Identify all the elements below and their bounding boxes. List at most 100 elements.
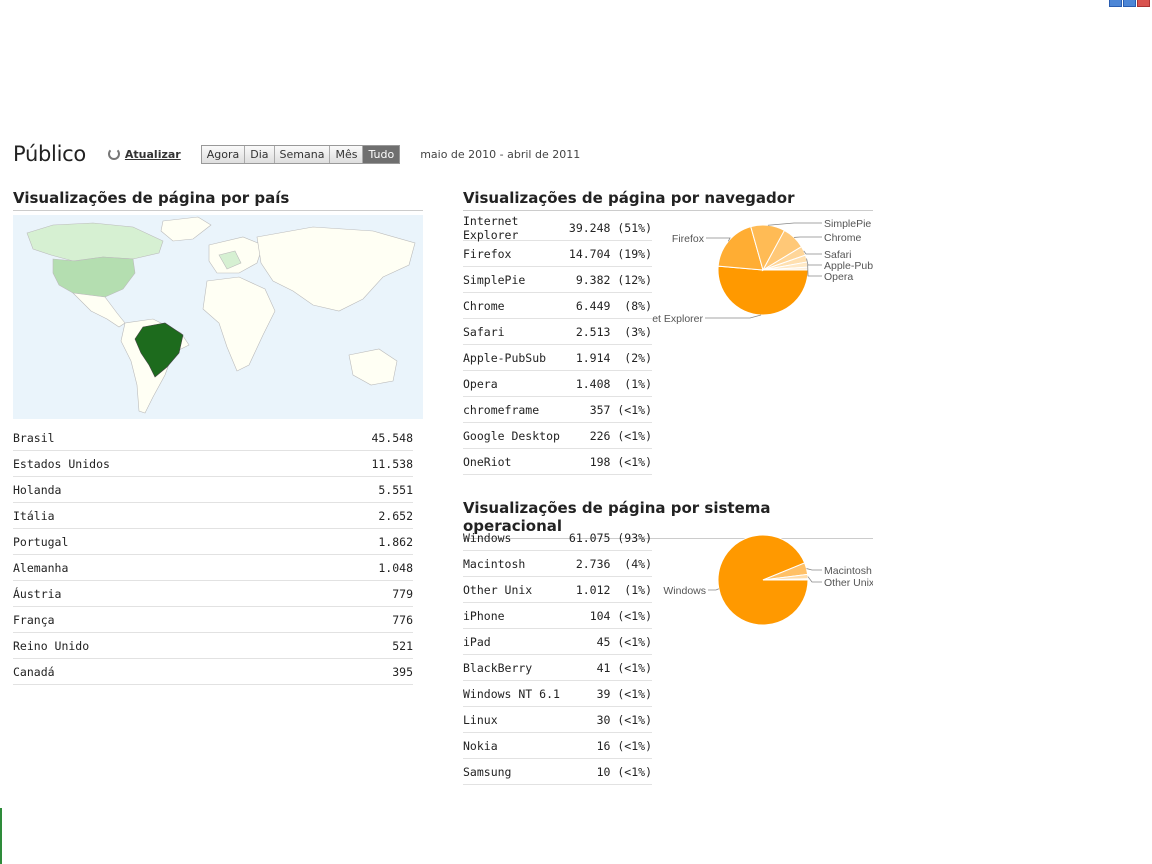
row-label: Portugal — [13, 534, 69, 549]
world-map[interactable] — [13, 215, 423, 419]
pie-label-line — [807, 264, 822, 277]
row-label: iPhone — [463, 608, 505, 623]
row-value: 2.513 (3%) — [575, 324, 652, 339]
row-label: Internet Explorer — [463, 213, 519, 242]
row-value: 41 (<1%) — [596, 660, 652, 675]
row-value: 6.449 (8%) — [575, 298, 652, 313]
range-button-semana[interactable]: Semana — [274, 145, 331, 163]
row-label: Linux — [463, 712, 498, 727]
table-row: Apple-PubSub 1.914 (2%) — [463, 345, 652, 371]
row-value: 1.048 — [378, 560, 413, 575]
window-controls — [1109, 0, 1150, 7]
pie-label-line — [806, 568, 822, 571]
table-row: Other Unix 1.012 (1%) — [463, 577, 652, 603]
country-table: Brasil 45.548 Estados Unidos 11.538 Holanda 5… — [13, 425, 413, 685]
page-title: Público — [13, 142, 86, 166]
row-label: Nokia — [463, 738, 498, 753]
pie-slice[interactable] — [717, 265, 809, 316]
os-table: Windows 61.075 (93%) Macintosh 2.736 (4%) Ot… — [463, 525, 652, 785]
row-value: 198 (<1%) — [589, 454, 652, 469]
table-row: Alemanha 1.048 — [13, 555, 413, 581]
pie-label-line — [806, 258, 822, 266]
row-label: Macintosh — [463, 556, 526, 571]
table-row: SimplePie 9.382 (12%) — [463, 267, 652, 293]
row-value: 357 (<1%) — [589, 402, 652, 417]
table-row: Estados Unidos 11.538 — [13, 451, 413, 477]
table-row: Windows NT 6.1 39 (<1%) — [463, 681, 652, 707]
browser-pie-chart: et ExplorerFirefoxSimplePieChromeSafariA… — [652, 218, 873, 325]
browser-table: Internet Explorer 39.248 (51%) Firefox 14.7… — [463, 213, 652, 475]
row-label: Other Unix — [463, 582, 533, 597]
table-row: BlackBerry 41 (<1%) — [463, 655, 652, 681]
table-row: Brasil 45.548 — [13, 425, 413, 451]
row-value: 104 (<1%) — [589, 608, 652, 623]
country-section-title: Visualizações de página por país — [13, 189, 423, 211]
row-value: 1.862 — [378, 534, 413, 549]
table-row: iPhone 104 (<1%) — [463, 603, 652, 629]
os-pie-chart: Windows MacintoshOther Unix — [663, 534, 873, 626]
row-value: 14.704 (19%) — [568, 246, 652, 261]
pie-label: Windows — [663, 585, 706, 597]
table-row: Itália 2.652 — [13, 503, 413, 529]
pie-label-line — [708, 588, 720, 591]
minimize-icon[interactable] — [1109, 0, 1122, 7]
row-label: Áustria — [13, 586, 62, 601]
pie-label-line — [705, 314, 762, 319]
row-value: 226 (<1%) — [589, 428, 652, 443]
row-label: Chrome — [463, 298, 505, 313]
refresh-button[interactable]: Atualizar — [107, 147, 181, 161]
table-row: Reino Unido 521 — [13, 633, 413, 659]
range-button-tudo[interactable]: Tudo — [363, 145, 400, 163]
row-label: Apple-PubSub — [463, 350, 547, 365]
row-value: 521 — [392, 638, 413, 653]
row-value: 2.652 — [378, 508, 413, 523]
table-row: Holanda 5.551 — [13, 477, 413, 503]
table-row: OneRiot 198 (<1%) — [463, 449, 652, 475]
pie-label: Other Unix — [824, 577, 873, 589]
table-row: Firefox 14.704 (19%) — [463, 241, 652, 267]
row-label: França — [13, 612, 55, 627]
row-value: 5.551 — [378, 482, 413, 497]
close-icon[interactable] — [1137, 0, 1150, 7]
row-value: 45 (<1%) — [596, 634, 652, 649]
row-value: 30 (<1%) — [596, 712, 652, 727]
row-label: Google Desktop — [463, 428, 560, 443]
row-label: Estados Unidos — [13, 456, 110, 471]
refresh-icon — [107, 148, 120, 160]
refresh-label: Atualizar — [124, 147, 181, 161]
table-row: Macintosh 2.736 (4%) — [463, 551, 652, 577]
row-value: 9.382 (12%) — [575, 272, 652, 287]
date-range: maio de 2010 - abril de 2011 — [420, 147, 581, 161]
table-row: Safari 2.513 (3%) — [463, 319, 652, 345]
row-label: Brasil — [13, 430, 55, 445]
row-label: Canadá — [13, 664, 55, 679]
table-row: França 776 — [13, 607, 413, 633]
browser-section-title: Visualizações de página por navegador — [463, 189, 873, 211]
row-value: 11.538 — [371, 456, 413, 471]
row-label: OneRiot — [463, 454, 512, 469]
table-row: Internet Explorer 39.248 (51%) — [463, 213, 652, 242]
pie-label-line — [807, 576, 822, 583]
row-label: Windows — [463, 530, 512, 545]
table-row: Nokia 16 (<1%) — [463, 733, 652, 759]
row-value: 39 (<1%) — [596, 686, 652, 701]
row-label: Safari — [463, 324, 505, 339]
row-value: 2.736 (4%) — [575, 556, 652, 571]
range-button-dia[interactable]: Dia — [245, 145, 275, 163]
table-row: Samsung 10 (<1%) — [463, 759, 652, 785]
table-row: Áustria 779 — [13, 581, 413, 607]
row-label: BlackBerry — [463, 660, 533, 675]
pie-label-line — [706, 237, 731, 242]
row-label: Holanda — [13, 482, 62, 497]
row-label: Reino Unido — [13, 638, 90, 653]
row-value: 779 — [392, 586, 413, 601]
range-selector: Agora Dia Semana Mês Tudo — [200, 144, 401, 164]
range-button-mês[interactable]: Mês — [330, 145, 364, 163]
range-button-agora[interactable]: Agora — [201, 145, 246, 163]
pie-label-line — [803, 250, 822, 255]
row-value: 39.248 (51%) — [568, 220, 652, 235]
maximize-icon[interactable] — [1123, 0, 1136, 7]
row-label: chromeframe — [463, 402, 540, 417]
row-label: iPad — [463, 634, 491, 649]
table-row: iPad 45 (<1%) — [463, 629, 652, 655]
